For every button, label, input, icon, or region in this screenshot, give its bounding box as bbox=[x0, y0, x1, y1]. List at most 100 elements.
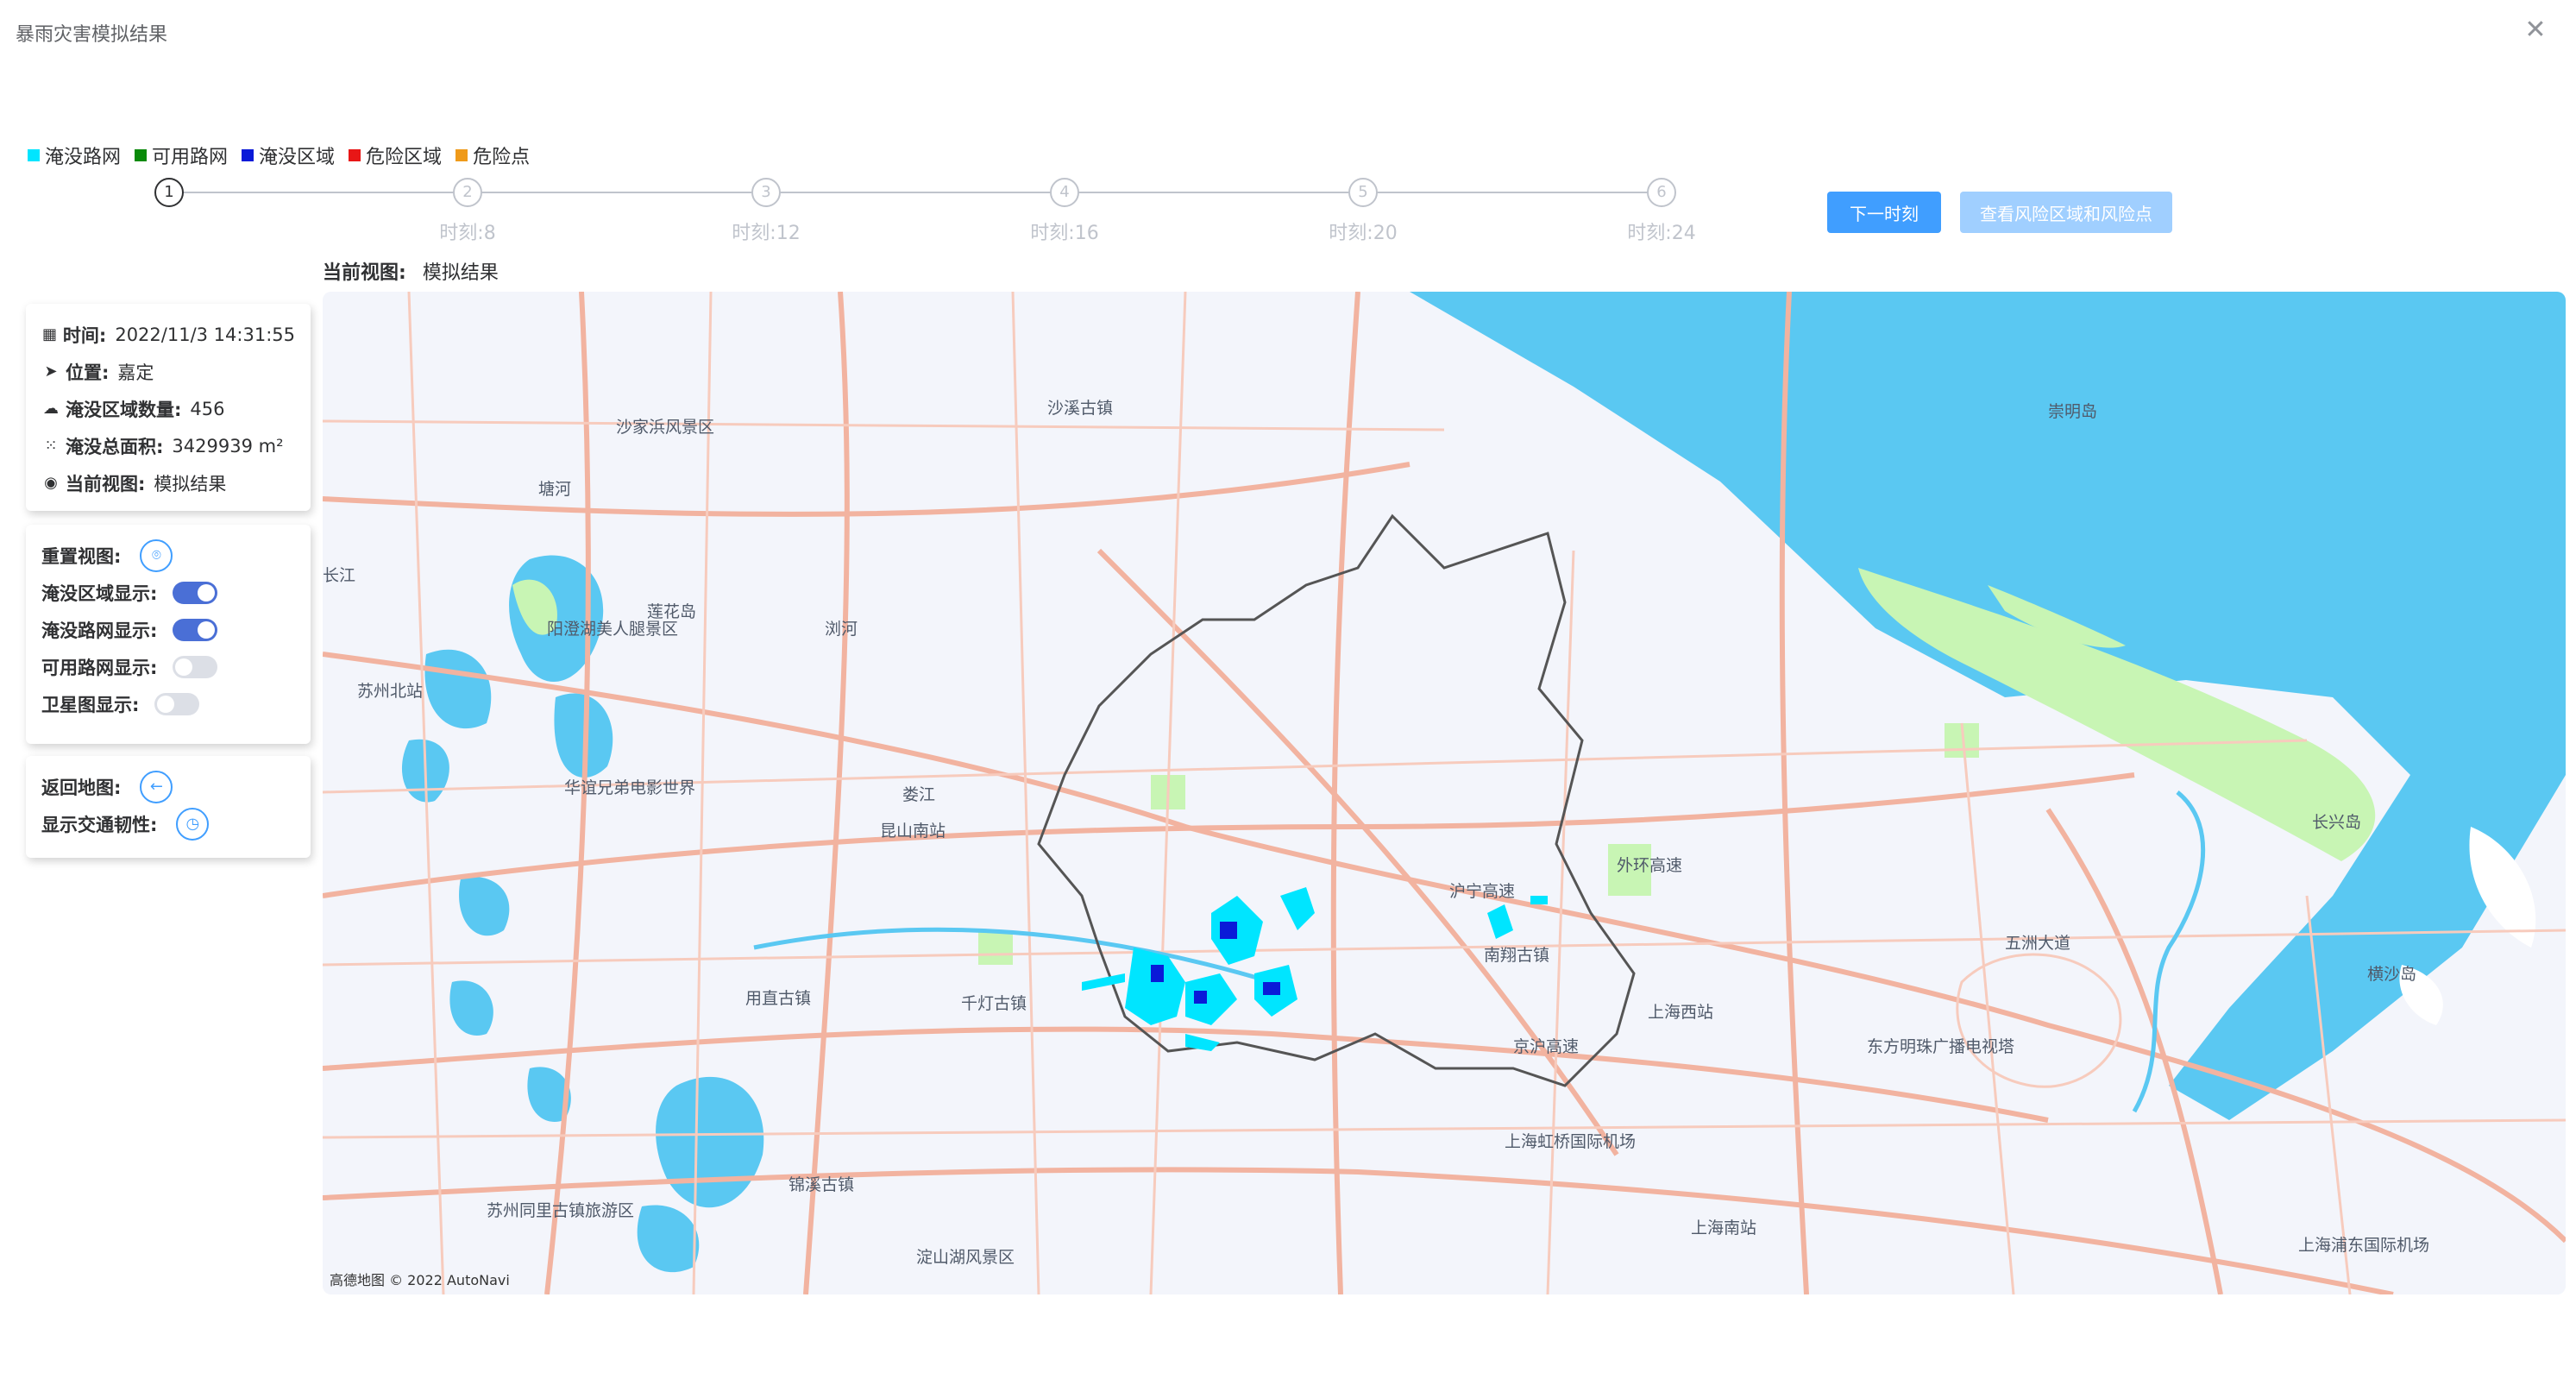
map-label: 沙家浜风景区 bbox=[616, 418, 715, 437]
back-arrow-button[interactable]: ← bbox=[140, 770, 173, 803]
toggle-knob bbox=[198, 583, 216, 601]
legend-item-danger-point: 危险点 bbox=[456, 142, 530, 169]
info-panel: ▦ 时间: 2022/11/3 14:31:55 ➤ 位置: 嘉定 ☁ 淹没区域… bbox=[26, 304, 311, 511]
map-label: 浏河 bbox=[825, 620, 858, 639]
map-label: 五洲大道 bbox=[2005, 934, 2071, 953]
map-label: 横沙岛 bbox=[2367, 965, 2417, 984]
info-count: ☁ 淹没区域数量: 456 bbox=[41, 390, 295, 427]
info-key: 淹没总面积: bbox=[66, 436, 164, 457]
flood-road-toggle[interactable] bbox=[173, 618, 218, 641]
control-label: 返回地图: bbox=[41, 777, 122, 798]
back-to-map-row: 返回地图: ← bbox=[41, 768, 295, 805]
info-area: ⁙ 淹没总面积: 3429939 m² bbox=[41, 427, 295, 464]
nav-panel: 返回地图: ← 显示交通韧性: ◷ bbox=[26, 756, 311, 858]
step-label: 时刻:8 bbox=[439, 223, 496, 244]
eye-icon: ◉ bbox=[44, 473, 58, 492]
map-label: 华谊兄弟电影世界 bbox=[564, 778, 696, 797]
controls-panel: 重置视图: ⌾ 淹没区域显示: 淹没路网显示: 可用路网显示: 卫星图显示: bbox=[26, 525, 311, 744]
info-key: 时间: bbox=[62, 324, 107, 346]
legend-label: 可用路网 bbox=[152, 147, 229, 168]
map-label: 长兴岛 bbox=[2312, 813, 2362, 832]
step-label: 时刻:12 bbox=[732, 223, 801, 244]
info-value: 3429939 m² bbox=[172, 435, 284, 457]
clock-button[interactable]: ◷ bbox=[176, 807, 210, 841]
step-number: 5 bbox=[1348, 178, 1378, 207]
map-label: 外环高速 bbox=[1617, 856, 1683, 875]
step-1[interactable]: 1 bbox=[83, 176, 255, 217]
calendar-icon: ▦ bbox=[41, 324, 57, 343]
map-label: 京沪高速 bbox=[1513, 1037, 1580, 1056]
satellite-toggle[interactable] bbox=[154, 692, 200, 715]
info-location: ➤ 位置: 嘉定 bbox=[41, 353, 295, 390]
map-label: 锦溪古镇 bbox=[789, 1175, 855, 1194]
step-4[interactable]: 4 时刻:16 bbox=[978, 176, 1151, 245]
toggle-knob bbox=[157, 695, 175, 713]
map-view[interactable]: 沙溪古镇 沙家浜风景区 崇明岛 塘河 长江 阳澄湖美人腿景区 莲花岛 浏河 苏州… bbox=[323, 292, 2566, 1294]
legend-swatch bbox=[242, 149, 254, 161]
map-label: 塘河 bbox=[538, 480, 572, 499]
flood-area-display-row: 淹没区域显示: bbox=[41, 574, 295, 611]
map-label: 上海西站 bbox=[1648, 1003, 1714, 1022]
info-value: 模拟结果 bbox=[154, 473, 227, 494]
legend-swatch bbox=[135, 149, 148, 161]
step-number: 6 bbox=[1647, 178, 1676, 207]
control-label: 显示交通韧性: bbox=[41, 814, 158, 835]
legend-item-flooded-area: 淹没区域 bbox=[242, 142, 335, 169]
map-label: 上海南站 bbox=[1691, 1219, 1757, 1238]
view-risk-button[interactable]: 查看风险区域和风险点 bbox=[1960, 192, 2172, 233]
legend-swatch bbox=[456, 149, 468, 161]
step-number: 1 bbox=[154, 178, 184, 207]
map-label: 淀山湖风景区 bbox=[916, 1248, 1015, 1267]
map-label: 苏州同里古镇旅游区 bbox=[487, 1201, 635, 1220]
legend-label: 危险区域 bbox=[366, 147, 443, 168]
step-label: 时刻:16 bbox=[1030, 223, 1099, 244]
flood-road-display-row: 淹没路网显示: bbox=[41, 611, 295, 648]
step-label: 时刻:20 bbox=[1329, 223, 1398, 244]
map-attribution: 高德地图 © 2022 AutoNavi bbox=[330, 1272, 510, 1288]
usable-road-toggle[interactable] bbox=[173, 655, 218, 678]
legend-item-usable-roads: 可用路网 bbox=[135, 142, 228, 169]
step-number: 4 bbox=[1050, 178, 1079, 207]
info-key: 当前视图: bbox=[66, 473, 146, 494]
step-label: 时刻:24 bbox=[1627, 223, 1696, 244]
step-number: 3 bbox=[751, 178, 781, 207]
current-view-key: 当前视图: bbox=[323, 262, 406, 284]
grid-icon: ⁙ bbox=[44, 436, 58, 455]
step-6[interactable]: 6 时刻:24 bbox=[1575, 176, 1748, 245]
location-arrow-icon: ➤ bbox=[44, 362, 58, 381]
info-value: 2022/11/3 14:31:55 bbox=[115, 324, 295, 345]
info-view: ◉ 当前视图: 模拟结果 bbox=[41, 464, 295, 501]
info-key: 淹没区域数量: bbox=[66, 399, 182, 420]
map-label: 昆山南站 bbox=[880, 822, 946, 841]
map-label: 东方明珠广播电视塔 bbox=[1867, 1037, 2015, 1056]
info-value: 456 bbox=[190, 398, 225, 419]
map-label: 上海虹桥国际机场 bbox=[1505, 1132, 1637, 1151]
map-label: 莲花岛 bbox=[647, 602, 697, 621]
info-key: 位置: bbox=[66, 362, 110, 383]
control-label: 重置视图: bbox=[41, 545, 122, 567]
toggle-knob bbox=[198, 620, 216, 639]
reset-view-button[interactable]: ⌾ bbox=[140, 538, 173, 572]
step-5[interactable]: 5 时刻:20 bbox=[1277, 176, 1449, 245]
legend-item-danger-area: 危险区域 bbox=[349, 142, 442, 169]
legend-label: 危险点 bbox=[473, 147, 531, 168]
flood-area-toggle[interactable] bbox=[173, 581, 218, 604]
map-label: 娄江 bbox=[902, 785, 936, 804]
legend: 淹没路网 可用路网 淹没区域 危险区域 危险点 bbox=[28, 142, 530, 169]
close-icon[interactable]: ✕ bbox=[2521, 16, 2550, 45]
map-label: 沙溪古镇 bbox=[1047, 399, 1114, 418]
legend-label: 淹没路网 bbox=[45, 147, 122, 168]
current-view-value: 模拟结果 bbox=[422, 262, 499, 284]
step-2[interactable]: 2 时刻:8 bbox=[381, 176, 554, 245]
legend-swatch bbox=[349, 149, 361, 161]
next-moment-button[interactable]: 下一时刻 bbox=[1827, 192, 1941, 233]
control-label: 淹没区域显示: bbox=[41, 583, 158, 604]
step-3[interactable]: 3 时刻:12 bbox=[680, 176, 852, 245]
control-label: 淹没路网显示: bbox=[41, 620, 158, 641]
usable-road-display-row: 可用路网显示: bbox=[41, 648, 295, 685]
map-label: 南翔古镇 bbox=[1484, 946, 1550, 965]
show-resilience-row: 显示交通韧性: ◷ bbox=[41, 805, 295, 842]
map-label: 长江 bbox=[323, 566, 356, 585]
cloud-icon: ☁ bbox=[43, 399, 59, 418]
legend-label: 淹没区域 bbox=[259, 147, 336, 168]
